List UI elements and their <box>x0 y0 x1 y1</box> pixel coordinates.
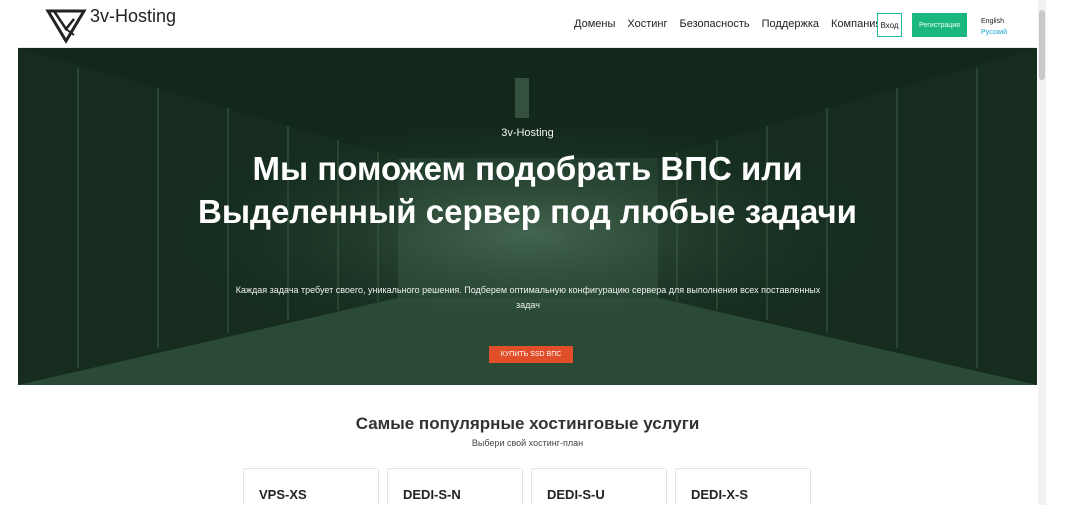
lang-russian-link[interactable]: Русский <box>981 27 1007 38</box>
logo-text: 3v-Hosting <box>90 5 177 26</box>
plan-card-dedi-s-u[interactable]: DEDI-S-U <box>531 468 667 505</box>
plan-card-dedi-s-n[interactable]: DEDI-S-N <box>387 468 523 505</box>
nav-domains[interactable]: Домены <box>574 18 615 30</box>
hero-banner: 3v-Hosting Мы поможем подобрать ВПС или … <box>18 48 1037 385</box>
scrollbar-thumb[interactable] <box>1039 10 1045 80</box>
nav-support[interactable]: Поддержка <box>762 18 819 30</box>
plan-name: VPS-XS <box>259 487 307 502</box>
main-nav: Домены Хостинг Безопасность Поддержка Ко… <box>574 18 893 30</box>
nav-security[interactable]: Безопасность <box>679 18 749 30</box>
section-subtitle: Выбери свой хостинг-план <box>471 438 584 448</box>
plan-card-dedi-x-s[interactable]: DEDI-X-S <box>675 468 811 505</box>
login-button[interactable]: Вход <box>877 13 902 37</box>
language-switcher: English Русский <box>981 16 1007 38</box>
plan-name: DEDI-X-S <box>691 487 749 502</box>
hero-subtitle: Каждая задача требует своего, уникальног… <box>235 285 821 310</box>
page: 3v-Hosting Домены Хостинг Безопасность П… <box>18 0 1037 505</box>
buy-ssd-vps-button[interactable]: КУПИТЬ SSD ВПС <box>489 346 573 363</box>
nav-hosting[interactable]: Хостинг <box>627 18 667 30</box>
logo[interactable]: 3v-Hosting <box>44 4 204 46</box>
nav-company[interactable]: Компания <box>831 18 881 30</box>
section-title: Самые популярные хостинговые услуги <box>355 414 700 433</box>
site-header: 3v-Hosting Домены Хостинг Безопасность П… <box>18 0 1037 48</box>
hero-title: Мы поможем подобрать ВПС или Выделенный … <box>198 150 857 230</box>
plan-name: DEDI-S-N <box>403 487 461 502</box>
register-button[interactable]: Регистрация <box>912 13 967 37</box>
plan-card-vps-xs[interactable]: VPS-XS <box>243 468 379 505</box>
lang-english-link[interactable]: English <box>981 16 1007 27</box>
plan-name: DEDI-S-U <box>547 487 605 502</box>
logo-diamond-icon <box>45 9 87 44</box>
hero-brand: 3v-Hosting <box>501 127 554 139</box>
